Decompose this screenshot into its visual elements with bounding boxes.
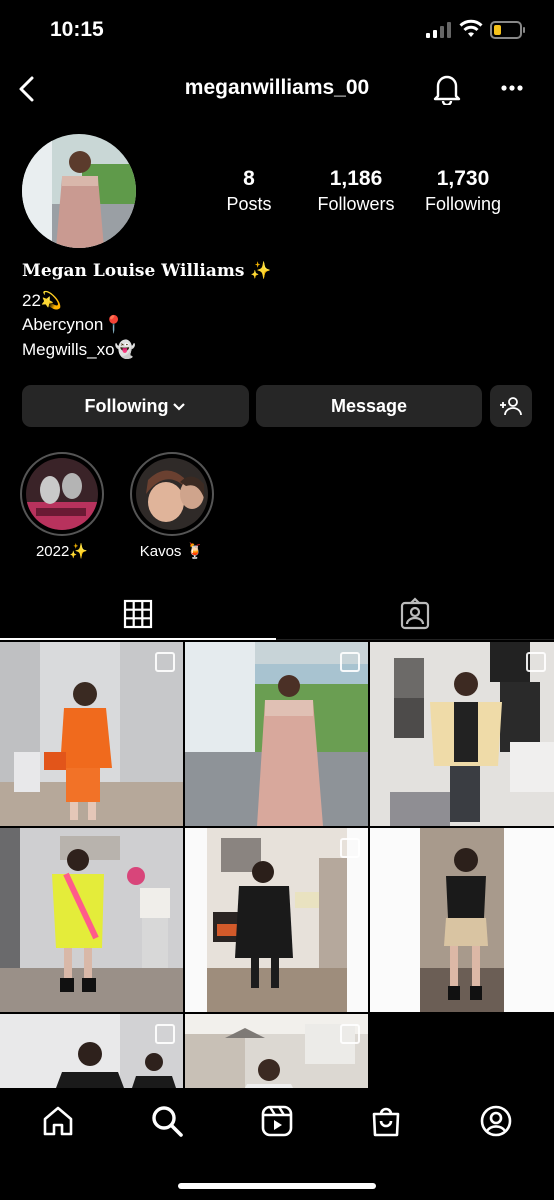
post-thumbnail[interactable]	[0, 828, 183, 1012]
tab-divider	[276, 639, 554, 640]
following-button-label: Following	[84, 395, 169, 416]
active-tab-indicator	[0, 638, 276, 640]
stat-followers-label: Followers	[317, 194, 395, 214]
stat-following-value: 1,730	[436, 167, 490, 190]
more-icon[interactable]	[496, 76, 528, 100]
bio-line: Abercynon📍	[22, 315, 125, 334]
post-thumbnail[interactable]	[185, 642, 368, 826]
highlight-cover	[26, 458, 98, 530]
cellular-signal-icon	[426, 22, 451, 38]
add-person-icon	[500, 397, 522, 416]
multiple-photos-icon	[340, 652, 360, 672]
multiple-photos-icon	[155, 652, 175, 672]
highlight-label: 2022✨	[35, 543, 89, 560]
stat-following[interactable]: 1,730 Following	[412, 167, 514, 215]
wifi-icon	[459, 19, 483, 37]
shop-icon[interactable]	[369, 1104, 403, 1138]
post-thumbnail[interactable]	[0, 1014, 183, 1088]
multiple-photos-icon	[155, 1024, 175, 1044]
bio-line: 22💫	[22, 291, 63, 310]
battery-icon	[490, 21, 525, 39]
bio-line[interactable]: Megwills_xo👻	[22, 340, 136, 360]
multiple-photos-icon	[340, 838, 360, 858]
following-button[interactable]: Following	[22, 385, 249, 427]
message-button-label: Message	[330, 395, 408, 416]
multiple-photos-icon	[340, 1024, 360, 1044]
stat-posts[interactable]: 8 Posts	[208, 167, 290, 215]
highlight-cover	[136, 458, 208, 530]
suggested-users-button[interactable]	[490, 385, 532, 427]
stat-followers-value: 1,186	[329, 167, 383, 190]
home-indicator	[178, 1183, 376, 1189]
highlight-label: Kavos 🍹	[139, 543, 205, 560]
story-highlight[interactable]	[130, 452, 214, 536]
stat-followers[interactable]: 1,186 Followers	[305, 167, 407, 215]
post-thumbnail[interactable]	[370, 828, 554, 1012]
stat-posts-value: 8	[243, 167, 255, 190]
post-thumbnail[interactable]	[185, 828, 368, 1012]
bell-icon[interactable]	[430, 71, 464, 105]
chevron-down-icon	[173, 403, 186, 411]
status-time: 10:15	[50, 18, 104, 41]
full-name: Megan Louise Williams ✨	[22, 261, 272, 281]
profile-username: meganwilliams_00	[184, 76, 370, 99]
post-thumbnail[interactable]	[370, 642, 554, 826]
story-highlight[interactable]	[20, 452, 104, 536]
stat-following-label: Following	[424, 194, 502, 214]
profile-icon[interactable]	[479, 1104, 513, 1138]
stat-posts-label: Posts	[226, 194, 272, 214]
post-thumbnail[interactable]	[0, 642, 183, 826]
grid-icon[interactable]	[120, 596, 156, 632]
message-button[interactable]: Message	[256, 385, 482, 427]
search-icon[interactable]	[150, 1104, 184, 1138]
reels-icon[interactable]	[260, 1104, 294, 1138]
avatar[interactable]	[22, 134, 136, 248]
tagged-icon[interactable]	[397, 596, 433, 632]
multiple-photos-icon	[526, 652, 546, 672]
home-icon[interactable]	[41, 1104, 75, 1138]
post-thumbnail[interactable]	[185, 1014, 368, 1088]
